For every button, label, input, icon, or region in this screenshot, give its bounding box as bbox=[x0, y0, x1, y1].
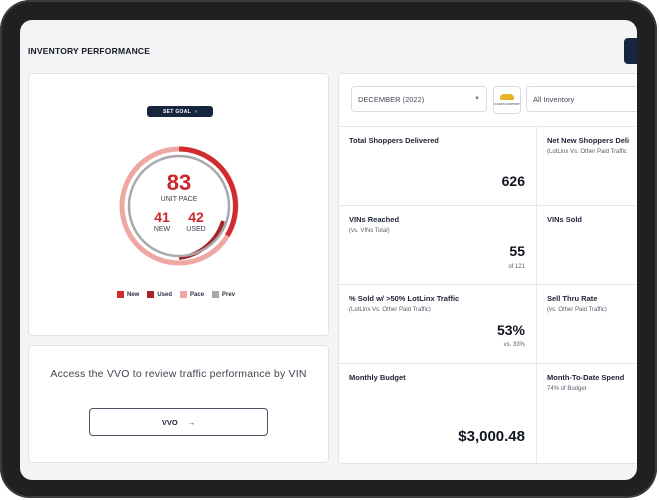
used-units-value: 42 bbox=[188, 209, 204, 225]
month-select-value: DECEMBER (2022) bbox=[358, 94, 425, 104]
inventory-select-value: All Inventory bbox=[533, 94, 575, 104]
unit-pace-value: 83 bbox=[166, 170, 192, 195]
legend-item-used: Used bbox=[147, 291, 172, 298]
metric-tile-sell-thru-rate: Sell Thru Rate (vs. Other Paid Traffic) bbox=[537, 284, 637, 363]
legend-label-new: New bbox=[127, 291, 140, 298]
metric-tile-vins-reached: VINs Reached (vs. VINs Total) 55 of 121 bbox=[339, 205, 537, 284]
inventory-select[interactable]: All Inventory bbox=[526, 86, 637, 112]
metric-value: 626 bbox=[501, 173, 525, 189]
arrow-right-icon: → bbox=[187, 417, 196, 427]
metric-value: $3,000.48 bbox=[458, 428, 525, 445]
carfax-logo-button[interactable]: CARFAX REPORT bbox=[493, 86, 521, 114]
vvo-description: Access the VVO to review traffic perform… bbox=[50, 368, 307, 380]
metric-title: Monthly Budget bbox=[349, 373, 406, 382]
legend-item-pace: Pace bbox=[180, 291, 204, 298]
metrics-card: DECEMBER (2022) ▼ CARFAX REPORT All Inve… bbox=[338, 73, 637, 464]
metric-value: 55 bbox=[509, 243, 525, 259]
page-title: INVENTORY PERFORMANCE bbox=[28, 46, 151, 56]
metric-tile-net-new-shoppers: Net New Shoppers Deli (LotLinx Vs. Other… bbox=[537, 126, 637, 205]
chevron-right-icon: › bbox=[195, 108, 197, 115]
caret-down-icon: ▼ bbox=[474, 96, 480, 102]
car-icon bbox=[500, 94, 514, 100]
unit-pace-label: UNIT PACE bbox=[160, 196, 198, 203]
gauge-legend: New Used Pace Prev bbox=[117, 291, 235, 298]
top-action-button[interactable] bbox=[624, 38, 637, 64]
metric-tile-percent-sold: % Sold w/ >50% LotLinx Traffic (LotLinx … bbox=[339, 284, 537, 363]
legend-swatch-used bbox=[147, 291, 155, 298]
metric-tile-total-shoppers: Total Shoppers Delivered 626 bbox=[339, 126, 537, 205]
legend-label-used: Used bbox=[157, 291, 173, 298]
metric-title: Net New Shoppers Deli bbox=[547, 136, 630, 145]
legend-label-prev: Prev bbox=[222, 291, 236, 298]
metric-title: Sell Thru Rate bbox=[547, 294, 598, 303]
set-goal-button[interactable]: SET GOAL › bbox=[147, 106, 213, 117]
metric-tile-mtd-spend: Month-To-Date Spend 74% of Budget bbox=[537, 363, 637, 463]
carfax-logo-text: CARFAX REPORT bbox=[494, 102, 520, 106]
legend-item-new: New bbox=[117, 291, 139, 298]
vvo-button[interactable]: VVO → bbox=[89, 408, 268, 436]
tablet-frame: INVENTORY PERFORMANCE SET GOAL › 83 UNIT… bbox=[0, 0, 657, 498]
metric-tile-vins-sold: VINs Sold bbox=[537, 205, 637, 284]
tablet-screen: INVENTORY PERFORMANCE SET GOAL › 83 UNIT… bbox=[20, 20, 637, 480]
new-units-value: 41 bbox=[154, 209, 170, 225]
legend-label-pace: Pace bbox=[190, 291, 205, 298]
metric-footnote: vs. 33% bbox=[503, 342, 525, 348]
legend-item-prev: Prev bbox=[212, 291, 235, 298]
metric-tile-monthly-budget: Monthly Budget $3,000.48 bbox=[339, 363, 537, 463]
unit-pace-card: SET GOAL › 83 UNIT PACE 41 42 NEW USED N… bbox=[28, 73, 329, 336]
metric-title: Month-To-Date Spend bbox=[547, 373, 625, 382]
legend-swatch-new bbox=[117, 291, 124, 298]
metric-title: VINs Sold bbox=[547, 215, 583, 224]
legend-swatch-prev bbox=[212, 291, 220, 298]
metric-subtitle: (vs. Other Paid Traffic) bbox=[547, 307, 607, 313]
month-select[interactable]: DECEMBER (2022) ▼ bbox=[351, 86, 487, 112]
vvo-card: Access the VVO to review traffic perform… bbox=[28, 345, 329, 463]
metric-subtitle: (vs. VINs Total) bbox=[349, 228, 390, 234]
metric-subtitle: 74% of Budget bbox=[547, 386, 587, 392]
set-goal-label: SET GOAL bbox=[163, 108, 191, 115]
metric-title: Total Shoppers Delivered bbox=[349, 136, 439, 145]
vvo-button-label: VVO bbox=[161, 417, 178, 427]
metric-subtitle: (LotLinx Vs. Other Paid Traffic) bbox=[349, 307, 431, 313]
metric-footnote: of 121 bbox=[508, 264, 525, 270]
metric-title: % Sold w/ >50% LotLinx Traffic bbox=[349, 294, 460, 303]
metric-subtitle: (LotLinx Vs. Other Paid Traffic bbox=[547, 149, 627, 155]
metric-title: VINs Reached bbox=[349, 215, 400, 224]
used-units-label: USED bbox=[186, 226, 206, 233]
legend-swatch-pace bbox=[180, 291, 188, 298]
new-units-label: NEW bbox=[153, 226, 171, 233]
metric-value: 53% bbox=[496, 322, 525, 338]
unit-pace-gauge bbox=[119, 146, 239, 266]
